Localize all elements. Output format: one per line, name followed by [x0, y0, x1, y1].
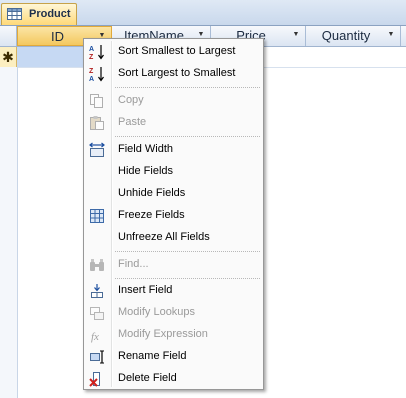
menu-separator [115, 251, 260, 252]
lookup-icon [89, 305, 105, 321]
menu-separator [115, 136, 260, 137]
menu-item-label: Find... [118, 258, 149, 270]
menu-item-label: Insert Field [118, 284, 173, 296]
freeze-icon [89, 208, 105, 224]
svg-text:A: A [89, 46, 94, 53]
menu-item-field-width[interactable]: Field Width [86, 139, 261, 161]
column-header-label: Quantity [321, 28, 371, 43]
svg-text:fx: fx [91, 331, 99, 343]
menu-item-sort-ascending[interactable]: A Z Sort Smallest to Largest [86, 41, 261, 63]
menu-item-delete-field[interactable]: Delete Field [86, 368, 261, 390]
record-selector-column [0, 67, 18, 398]
sort-descending-icon: Z A [89, 66, 105, 83]
menu-item-unhide-fields[interactable]: Unhide Fields [86, 183, 261, 205]
field-width-icon [89, 142, 105, 158]
delete-field-icon [89, 371, 105, 387]
menu-item-label: Rename Field [118, 350, 187, 362]
menu-item-rename-field[interactable]: Rename Field [86, 346, 261, 368]
menu-item-label: Copy [118, 94, 144, 106]
menu-item-paste[interactable]: Paste [86, 112, 261, 134]
binoculars-icon [89, 257, 105, 273]
column-header-next[interactable] [401, 26, 406, 46]
menu-item-label: Unhide Fields [118, 187, 186, 199]
menu-item-label: Delete Field [118, 372, 177, 384]
menu-item-label: Field Width [118, 143, 174, 155]
table-icon [7, 8, 22, 20]
chevron-down-icon[interactable]: ▼ [291, 30, 301, 40]
select-all-corner[interactable] [0, 26, 17, 46]
tab-product[interactable]: Product [1, 3, 77, 25]
menu-item-label: Sort Smallest to Largest [118, 45, 236, 57]
menu-item-freeze-fields[interactable]: Freeze Fields [86, 205, 261, 227]
document-tab-strip: Product [0, 0, 406, 26]
rename-icon [89, 349, 105, 365]
paste-icon [89, 115, 105, 131]
menu-item-label: Sort Largest to Smallest [118, 67, 236, 79]
menu-item-label: Paste [118, 116, 147, 128]
menu-item-label: Modify Lookups [118, 306, 196, 318]
menu-item-sort-descending[interactable]: Z A Sort Largest to Smallest [86, 63, 261, 85]
menu-item-insert-field[interactable]: Insert Field [86, 280, 261, 302]
menu-item-label: Unfreeze All Fields [118, 231, 210, 243]
menu-separator [115, 278, 260, 279]
svg-text:Z: Z [89, 68, 94, 75]
menu-separator [115, 87, 260, 88]
tab-label: Product [29, 8, 71, 20]
column-header-quantity[interactable]: Quantity ▼ [306, 26, 401, 46]
menu-item-modify-lookups[interactable]: Modify Lookups [86, 302, 261, 324]
menu-item-find[interactable]: Find... [86, 254, 261, 276]
menu-item-label: Hide Fields [118, 165, 174, 177]
menu-item-label: Freeze Fields [118, 209, 185, 221]
copy-icon [89, 93, 105, 109]
menu-item-copy[interactable]: Copy [86, 90, 261, 112]
chevron-down-icon[interactable]: ▼ [386, 30, 396, 40]
menu-item-modify-expression[interactable]: fx Modify Expression [86, 324, 261, 346]
svg-text:A: A [89, 76, 94, 82]
menu-item-hide-fields[interactable]: Hide Fields [86, 161, 261, 183]
new-record-marker[interactable]: ✱ [0, 47, 17, 67]
svg-text:Z: Z [89, 54, 94, 60]
column-context-menu: A Z Sort Smallest to Largest Z A Sort La… [83, 38, 264, 390]
menu-item-label: Modify Expression [118, 328, 208, 340]
sort-ascending-icon: A Z [89, 44, 105, 61]
fx-icon: fx [89, 327, 105, 343]
menu-item-unfreeze-all-fields[interactable]: Unfreeze All Fields [86, 227, 261, 249]
insert-field-icon [89, 283, 105, 299]
